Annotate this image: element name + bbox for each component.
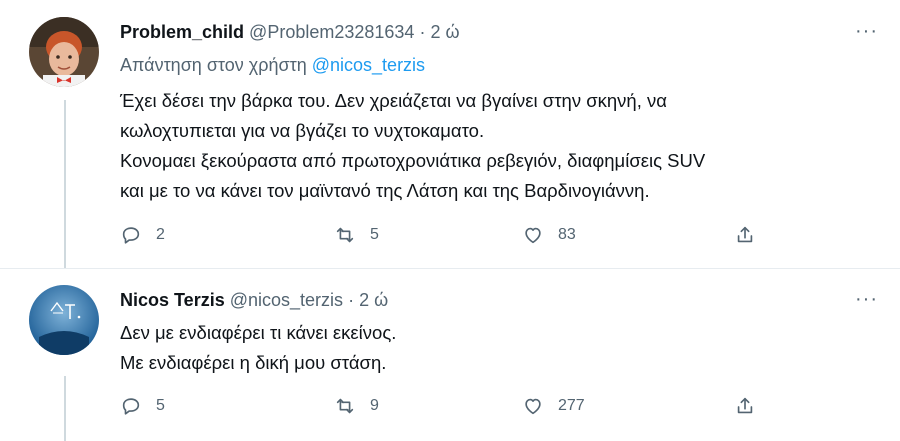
avatar[interactable] — [29, 17, 99, 87]
like-count: 277 — [558, 397, 585, 414]
tweet-text-line: Κονομαει ξεκούραστα από πρωτοχρονιάτικα … — [120, 150, 706, 171]
tweet-text-line: Έχει δέσει την βάρκα του. Δεν χρειάζεται… — [120, 90, 667, 111]
retweet-button[interactable]: 9 — [334, 395, 379, 417]
retweet-icon — [336, 227, 354, 243]
timestamp[interactable]: 2 ώ — [430, 22, 459, 42]
tweet-header: Nicos Terzis @nicos_terzis · 2 ώ — [120, 290, 388, 311]
retweet-icon — [336, 398, 354, 414]
reply-context: Απάντηση στον χρήστη @nicos_terzis — [120, 55, 425, 76]
action-bar: 2 5 83 — [120, 224, 760, 254]
avatar-image — [29, 17, 99, 87]
action-bar: 5 9 277 — [120, 395, 760, 425]
reply-button[interactable]: 2 — [120, 224, 165, 246]
tweet-nicos-terzis[interactable]: Nicos Terzis @nicos_terzis · 2 ώ ··· Δεν… — [0, 269, 900, 441]
like-icon — [525, 227, 541, 244]
like-icon — [525, 398, 541, 415]
like-count: 83 — [558, 226, 576, 243]
separator-dot: · — [348, 290, 355, 310]
tweet-text-line: κωλοχτυπιεται για να βγάζει το νυχτοκαμα… — [120, 120, 485, 141]
mention-link[interactable]: @nicos_terzis — [312, 55, 425, 75]
share-icon — [737, 226, 753, 243]
handle[interactable]: @Problem23281634 — [249, 22, 414, 42]
separator-dot: · — [419, 22, 426, 42]
reply-count: 5 — [156, 397, 165, 414]
tweet-text-line: Με ενδιαφέρει η δική μου στάση. — [120, 352, 387, 373]
tweet-text: Δεν με ενδιαφέρει τι κάνει εκείνος. Με ε… — [120, 318, 396, 378]
display-name[interactable]: Nicos Terzis — [120, 290, 225, 310]
more-icon[interactable]: ··· — [855, 288, 878, 311]
more-icon[interactable]: ··· — [855, 20, 878, 43]
share-button[interactable] — [734, 395, 756, 417]
tweet-problem-child[interactable]: Problem_child @Problem23281634 · 2 ώ ···… — [0, 0, 900, 268]
tweet-text-line: Δεν με ενδιαφέρει τι κάνει εκείνος. — [120, 322, 397, 343]
reply-icon — [122, 227, 140, 244]
tweet-text: Έχει δέσει την βάρκα του. Δεν χρειάζεται… — [120, 86, 705, 206]
tweet-header: Problem_child @Problem23281634 · 2 ώ — [120, 22, 460, 43]
reply-count: 2 — [156, 226, 165, 243]
display-name[interactable]: Problem_child — [120, 22, 244, 42]
retweet-count: 9 — [370, 397, 379, 414]
avatar[interactable] — [29, 285, 99, 355]
handle[interactable]: @nicos_terzis — [230, 290, 343, 310]
share-button[interactable] — [734, 224, 756, 246]
share-icon — [737, 397, 753, 414]
timestamp[interactable]: 2 ώ — [359, 290, 388, 310]
retweet-count: 5 — [370, 226, 379, 243]
tweet-text-line: και με το να κάνει τον μαϊντανό της Λάτσ… — [120, 180, 650, 201]
retweet-button[interactable]: 5 — [334, 224, 379, 246]
avatar-image — [29, 285, 99, 355]
reply-prefix: Απάντηση στον χρήστη — [120, 55, 307, 75]
like-button[interactable]: 277 — [522, 395, 585, 417]
reply-button[interactable]: 5 — [120, 395, 165, 417]
like-button[interactable]: 83 — [522, 224, 576, 246]
reply-icon — [122, 398, 140, 415]
